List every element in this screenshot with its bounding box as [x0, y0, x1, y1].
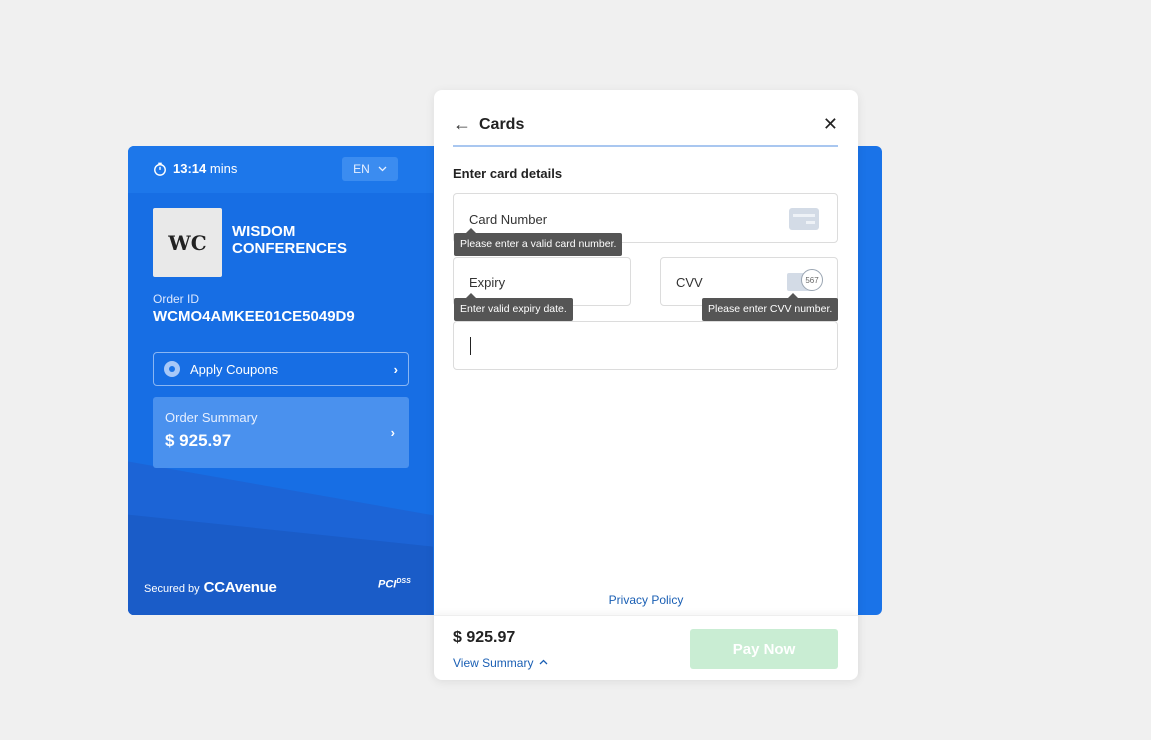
modal-header: ← Cards ✕ — [453, 114, 838, 147]
stopwatch-icon — [154, 162, 166, 176]
back-arrow-icon[interactable]: ← — [453, 114, 471, 134]
session-timer: 13:14 mins — [153, 161, 237, 176]
language-selected: EN — [353, 162, 370, 176]
view-summary-label: View Summary — [453, 656, 534, 670]
ccavenue-logo: CCAvenue — [203, 579, 277, 596]
chevron-down-icon — [378, 166, 387, 172]
chevron-right-icon: › — [390, 425, 395, 440]
expiry-error: Enter valid expiry date. — [454, 293, 573, 321]
card-payment-modal: ← Cards ✕ Enter card details Card Number… — [434, 90, 858, 680]
coupon-icon — [164, 361, 180, 377]
secured-by-text: Secured by — [144, 583, 200, 595]
merchant-name: WISDOM CONFERENCES — [232, 223, 348, 257]
order-summary-amount: $ 925.97 — [165, 431, 232, 450]
cvv-error: Please enter CVV number. — [702, 293, 839, 321]
card-number-label: Card Number — [469, 212, 548, 227]
text-cursor — [470, 337, 471, 355]
pay-now-button[interactable]: Pay Now — [690, 629, 838, 669]
close-icon[interactable]: ✕ — [823, 114, 838, 134]
order-id-label: Order ID — [153, 292, 200, 306]
apply-coupons-label: Apply Coupons — [190, 361, 279, 377]
cvv-label: CVV — [676, 275, 703, 290]
modal-footer: $ 925.97 View Summary Pay Now — [434, 615, 858, 680]
chevron-right-icon: › — [393, 361, 398, 377]
order-summary-button[interactable]: Order Summary $ 925.97 › — [153, 397, 409, 468]
pci-text: PCI — [378, 578, 397, 591]
order-summary-label: Order Summary — [165, 410, 258, 425]
order-id-value: WCMO4AMKEE01CE5049D9 — [153, 308, 355, 325]
cvv-code-badge: 567 — [801, 269, 823, 291]
card-details-heading: Enter card details — [453, 166, 563, 181]
card-number-error: Please enter a valid card number. — [454, 228, 623, 256]
apply-coupons-button[interactable]: Apply Coupons › — [153, 352, 409, 386]
timer-unit: mins — [209, 161, 238, 176]
timer-value: 13:14 — [173, 161, 207, 176]
dss-text: DSS — [396, 578, 411, 585]
panel-topbar: 13:14 mins EN — [128, 146, 433, 193]
language-selector[interactable]: EN — [342, 157, 398, 181]
secured-by-badge: Secured by CCAvenue — [144, 579, 277, 596]
chevron-up-icon — [540, 659, 548, 665]
pci-dss-logo: PCIDSS — [378, 578, 411, 591]
cardholder-name-field[interactable] — [453, 321, 838, 370]
order-details: WC WISDOM CONFERENCES Order ID WCMO4AMKE… — [128, 193, 433, 615]
cvv-card-icon: 567 — [787, 269, 823, 295]
privacy-policy-link[interactable]: Privacy Policy — [434, 593, 858, 607]
credit-card-icon — [789, 208, 819, 230]
expiry-label: Expiry — [469, 275, 506, 290]
view-summary-link[interactable]: View Summary — [453, 656, 548, 670]
merchant-logo: WC — [153, 208, 222, 277]
modal-title: Cards — [479, 116, 525, 133]
footer-amount: $ 925.97 — [453, 629, 516, 646]
